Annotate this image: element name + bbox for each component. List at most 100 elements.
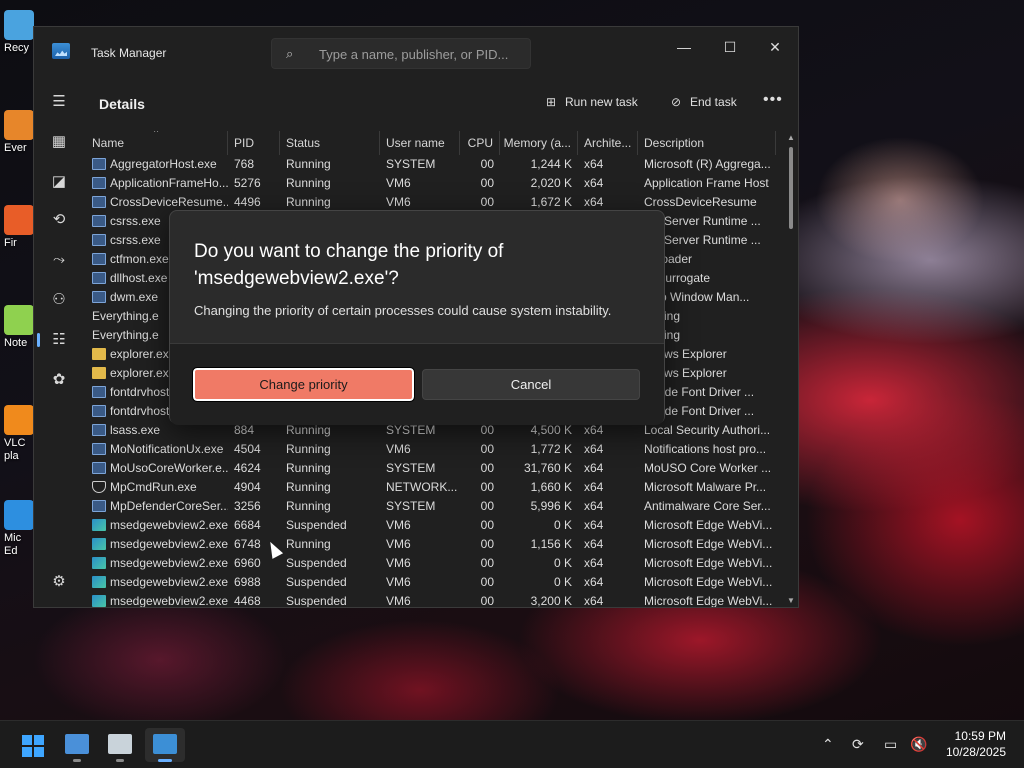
process-name: MpDefenderCoreSer... bbox=[110, 499, 228, 513]
search-box[interactable]: ⌕ Type a name, publisher, or PID... bbox=[271, 38, 531, 69]
table-row[interactable]: MoNotificationUx.exe 4504 Running VM6 00 1,77… bbox=[86, 440, 786, 459]
table-row[interactable]: msedgewebview2.exe 6988 Suspended VM6 00 0 K x… bbox=[86, 573, 786, 592]
taskbar-app-glyph bbox=[108, 734, 132, 754]
services-icon[interactable]: ✿ bbox=[46, 367, 72, 393]
taskbar-app-glyph bbox=[65, 734, 89, 754]
table-row[interactable]: AggregatorHost.exe 768 Running SYSTEM 00 1,24… bbox=[86, 155, 786, 174]
table-row[interactable]: msedgewebview2.exe 4468 Suspended VM6 00 3,20… bbox=[86, 592, 786, 607]
cell-pid: 4904 bbox=[234, 480, 261, 494]
cell-user: VM6 bbox=[386, 518, 411, 532]
change-priority-button[interactable]: Change priority bbox=[192, 367, 415, 402]
cell-status: Suspended bbox=[286, 575, 347, 589]
startup-apps-icon[interactable]: ⤳ bbox=[46, 247, 72, 273]
application-icon bbox=[92, 177, 106, 189]
cell-status: Suspended bbox=[286, 518, 347, 532]
process-name: fontdrvhost bbox=[110, 385, 170, 399]
desktop-icon-image bbox=[4, 405, 34, 435]
more-options-button[interactable]: ••• bbox=[763, 91, 783, 109]
users-icon[interactable]: ⚇ bbox=[46, 287, 72, 313]
clock[interactable]: 10:59 PM 10/28/2025 bbox=[946, 728, 1006, 760]
cell-arch: x64 bbox=[584, 176, 604, 190]
cell-user: VM6 bbox=[386, 176, 411, 190]
vertical-scrollbar[interactable]: ▲ ▼ bbox=[785, 131, 797, 607]
cell-name: MoNotificationUx.exe bbox=[86, 440, 228, 459]
settings-icon[interactable]: ⚙ bbox=[46, 569, 72, 595]
control-panel-taskbar-icon[interactable] bbox=[57, 728, 97, 762]
change-priority-dialog: Do you want to change the priority of 'm… bbox=[169, 210, 665, 425]
column-header-mem[interactable]: Memory (a... bbox=[500, 131, 578, 155]
cell-desc: Application Frame Host bbox=[644, 176, 769, 190]
search-placeholder: Type a name, publisher, or PID... bbox=[319, 47, 509, 62]
cell-desc: Antimalware Core Ser... bbox=[644, 499, 771, 513]
application-icon bbox=[92, 158, 106, 170]
dialog-title: Do you want to change the priority of 'm… bbox=[194, 241, 504, 289]
cancel-button[interactable]: Cancel bbox=[422, 369, 640, 400]
column-header-user[interactable]: User name bbox=[380, 131, 460, 155]
notepad-taskbar-icon[interactable] bbox=[100, 728, 140, 762]
run-new-task-button[interactable]: ⊞ Run new task bbox=[543, 95, 638, 109]
minimize-button[interactable]: — bbox=[661, 33, 707, 61]
app-history-icon[interactable]: ⟲ bbox=[46, 207, 72, 233]
process-name: dllhost.exe bbox=[110, 271, 168, 285]
cell-cpu: 00 bbox=[480, 461, 494, 475]
cell-user: SYSTEM bbox=[386, 157, 436, 171]
process-name: msedgewebview2.exe bbox=[110, 575, 228, 589]
show-hidden-icons-icon[interactable]: ⌃ bbox=[822, 736, 834, 753]
edge-webview-icon bbox=[92, 595, 106, 607]
process-name: csrss.exe bbox=[110, 233, 161, 247]
title-bar[interactable]: Task Manager ⌕ Type a name, publisher, o… bbox=[34, 27, 798, 79]
application-icon bbox=[92, 196, 106, 208]
details-icon[interactable]: ☷ bbox=[37, 327, 72, 353]
running-indicator bbox=[73, 759, 81, 762]
scroll-thumb[interactable] bbox=[789, 147, 793, 229]
application-icon bbox=[92, 424, 106, 436]
process-name: lsass.exe bbox=[110, 423, 161, 437]
sync-icon[interactable]: ⟳ bbox=[852, 736, 864, 753]
cell-pid: 6684 bbox=[234, 518, 261, 532]
scroll-up-icon[interactable]: ▲ bbox=[787, 133, 795, 142]
process-name: MoUsoCoreWorker.e... bbox=[110, 461, 228, 475]
table-header: Name PID Status User name CPU Memory (a... Arc… bbox=[86, 131, 786, 155]
processes-icon[interactable]: ▦ bbox=[46, 129, 72, 155]
cell-status: Running bbox=[286, 442, 331, 456]
maximize-button[interactable]: ☐ bbox=[707, 33, 753, 61]
close-button[interactable]: ✕ bbox=[752, 33, 798, 61]
column-header-cpu[interactable]: CPU bbox=[460, 131, 500, 155]
task-manager-taskbar-icon[interactable] bbox=[145, 728, 185, 762]
table-row[interactable]: MpCmdRun.exe 4904 Running NETWORK... 00 1,660… bbox=[86, 478, 786, 497]
cell-status: Running bbox=[286, 157, 331, 171]
cell-user: VM6 bbox=[386, 537, 411, 551]
table-row[interactable]: ApplicationFrameHo... 5276 Running VM6 00 2,0… bbox=[86, 174, 786, 193]
cell-desc: Microsoft Edge WebVi... bbox=[644, 537, 773, 551]
column-header-pid[interactable]: PID bbox=[228, 131, 280, 155]
table-row[interactable]: MpDefenderCoreSer... 3256 Running SYSTEM 00 5… bbox=[86, 497, 786, 516]
table-row[interactable]: MoUsoCoreWorker.e... 4624 Running SYSTEM 00 3… bbox=[86, 459, 786, 478]
volume-muted-icon[interactable]: 🔇 bbox=[910, 736, 927, 753]
cell-cpu: 00 bbox=[480, 442, 494, 456]
process-name: AggregatorHost.exe bbox=[110, 157, 217, 171]
scroll-down-icon[interactable]: ▼ bbox=[787, 596, 795, 605]
column-header-arch[interactable]: Archite... bbox=[578, 131, 638, 155]
taskbar-app-glyph bbox=[153, 734, 177, 754]
column-header-status[interactable]: Status bbox=[280, 131, 380, 155]
table-row[interactable]: msedgewebview2.exe 6684 Suspended VM6 00 0 K x… bbox=[86, 516, 786, 535]
process-name: msedgewebview2.exe bbox=[110, 556, 228, 570]
start-button[interactable] bbox=[12, 728, 52, 762]
clock-date: 10/28/2025 bbox=[945, 745, 1006, 759]
cell-name: MpCmdRun.exe bbox=[86, 478, 228, 497]
process-name: explorer.exe bbox=[110, 347, 176, 361]
table-row[interactable]: msedgewebview2.exe 6748 Running VM6 00 1,156 … bbox=[86, 535, 786, 554]
performance-icon[interactable]: ◪ bbox=[46, 169, 72, 195]
end-task-button[interactable]: ⊘ End task bbox=[668, 95, 737, 109]
shield-icon bbox=[92, 481, 106, 493]
cell-mem: 0 K bbox=[553, 556, 572, 570]
process-name: msedgewebview2.exe bbox=[110, 518, 228, 532]
application-icon bbox=[92, 234, 106, 246]
cell-pid: 768 bbox=[234, 157, 255, 171]
table-row[interactable]: msedgewebview2.exe 6960 Suspended VM6 00 0 Kx… bbox=[86, 554, 786, 573]
hamburger-menu-icon[interactable]: ☰ bbox=[46, 89, 72, 115]
application-icon bbox=[92, 253, 106, 265]
cell-desc: MoUSO Core Worker ... bbox=[644, 461, 772, 475]
column-header-desc[interactable]: Description bbox=[638, 131, 776, 155]
display-icon[interactable]: ▭ bbox=[884, 736, 897, 753]
